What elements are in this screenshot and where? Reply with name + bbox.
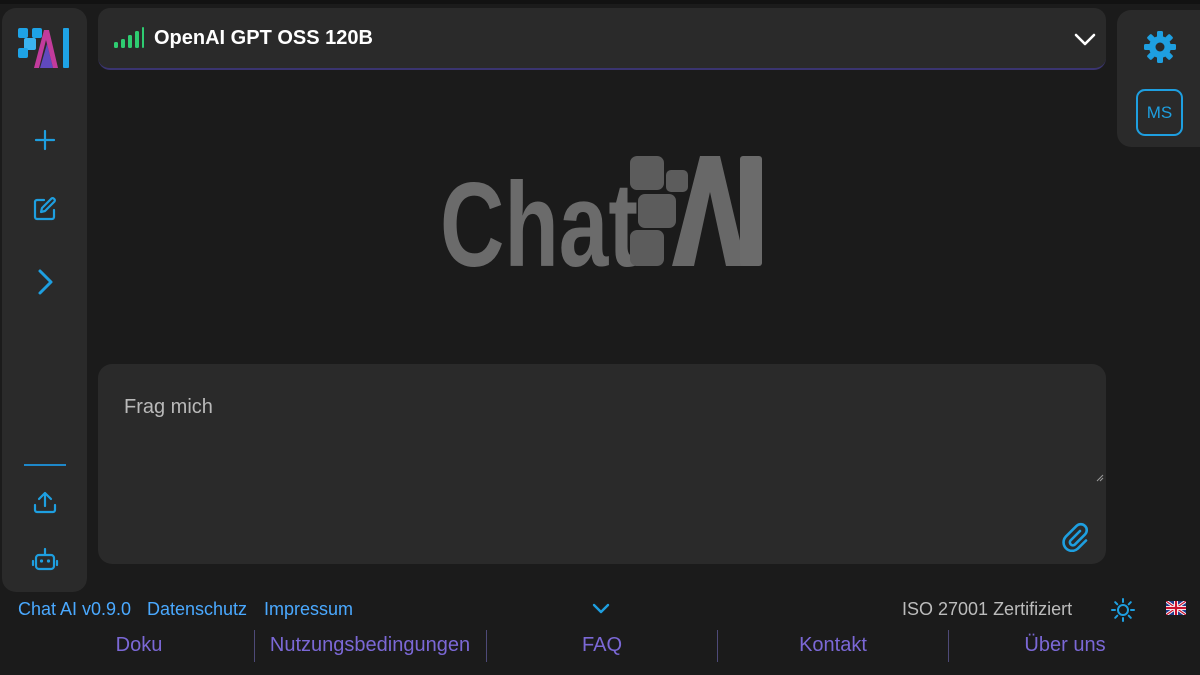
sidebar	[2, 8, 87, 592]
plus-icon	[34, 129, 56, 151]
chat-ai-logo: Chat	[440, 152, 770, 292]
new-chat-button[interactable]	[23, 120, 67, 160]
chevron-right-icon	[38, 269, 53, 295]
model-name: OpenAI GPT OSS 120B	[154, 26, 373, 49]
top-strip	[0, 0, 1200, 4]
footer-link-terms[interactable]: Nutzungsbedingungen	[255, 628, 485, 662]
model-selector[interactable]: OpenAI GPT OSS 120B	[98, 8, 1106, 70]
footer-link-contact[interactable]: Kontakt	[718, 628, 948, 662]
version-link[interactable]: Chat AI v0.9.0	[18, 599, 131, 620]
edit-icon	[33, 197, 56, 221]
bot-button[interactable]	[23, 540, 67, 580]
uk-flag-icon[interactable]	[1166, 601, 1186, 615]
resize-grip-icon[interactable]	[1096, 474, 1104, 482]
right-panel: MS	[1117, 10, 1200, 147]
sidebar-divider	[24, 464, 66, 466]
upload-button[interactable]	[23, 482, 67, 522]
expand-sidebar-button[interactable]	[23, 262, 67, 302]
app-logo[interactable]	[16, 22, 74, 72]
signal-bars-icon	[114, 27, 144, 48]
footer-link-faq[interactable]: FAQ	[487, 628, 717, 662]
privacy-link[interactable]: Datenschutz	[147, 599, 247, 620]
upload-icon	[33, 491, 57, 514]
settings-button[interactable]	[1141, 28, 1179, 66]
imprint-link[interactable]: Impressum	[264, 599, 353, 620]
attach-button[interactable]	[1058, 520, 1090, 553]
svg-text:Chat: Chat	[440, 158, 638, 272]
footer-link-about[interactable]: Über uns	[949, 628, 1181, 662]
chevron-down-icon	[1074, 33, 1096, 46]
prompt-input[interactable]	[98, 364, 1106, 488]
iso-certified: ISO 27001 Zertifiziert	[902, 599, 1073, 619]
paperclip-icon	[1062, 522, 1088, 553]
footer-link-doku[interactable]: Doku	[24, 628, 254, 662]
footer-chevron-down-icon[interactable]	[592, 602, 610, 616]
footer-top: Chat AI v0.9.0 Datenschutz Impressum ISO…	[0, 596, 1200, 624]
sun-icon[interactable]	[1110, 597, 1136, 623]
robot-icon	[31, 547, 59, 571]
gear-icon	[1144, 31, 1176, 63]
user-avatar[interactable]: MS	[1136, 89, 1183, 136]
prompt-box	[98, 364, 1106, 564]
footer-links: Doku Nutzungsbedingungen FAQ Kontakt Übe…	[0, 628, 1200, 668]
edit-button[interactable]	[23, 189, 67, 229]
